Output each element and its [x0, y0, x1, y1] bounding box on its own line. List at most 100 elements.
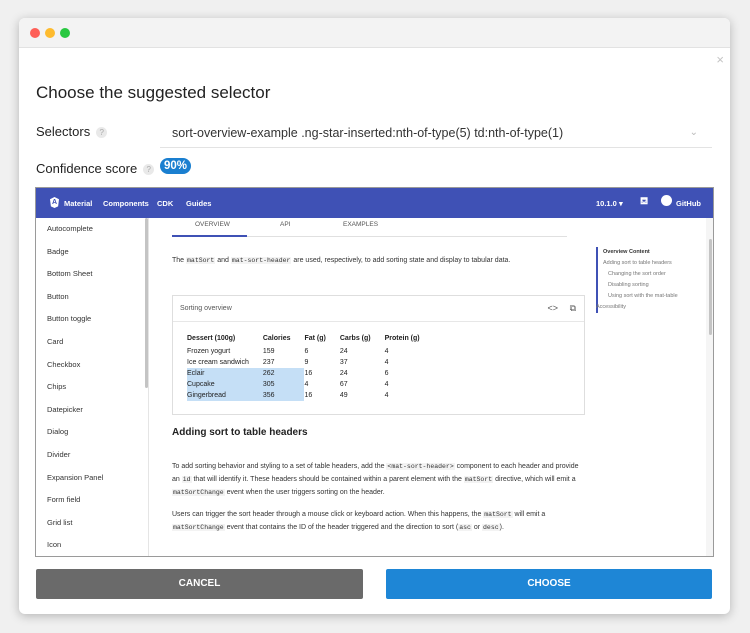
dropdown-arrow-icon: ▾: [618, 199, 623, 208]
table-cell: 4: [384, 348, 389, 355]
close-window-button[interactable]: [30, 28, 40, 38]
material-toolbar: A Material Components CDK Guides 10.1.0 …: [36, 188, 713, 218]
sidenav-item[interactable]: Expansion Panel: [36, 467, 148, 490]
sidenav-item[interactable]: Button toggle: [36, 308, 148, 331]
example-header: Sorting overview <> ⧉: [173, 296, 584, 322]
table-row-highlighted: Eclair 262 16 24 6: [187, 368, 434, 379]
chevron-down-icon[interactable]: ⌄: [690, 127, 698, 138]
toc-item[interactable]: Accessibility: [596, 302, 678, 313]
table-cell: 49: [339, 392, 348, 399]
sort-header[interactable]: Protein (g): [385, 335, 434, 346]
text-run: Users can trigger the sort header throug…: [172, 511, 484, 518]
example-title: Sorting overview: [180, 305, 232, 312]
table-cell: 237: [262, 359, 275, 366]
sidenav-item[interactable]: Divider: [36, 444, 148, 467]
toc-item[interactable]: Disabling sorting: [603, 280, 678, 291]
sort-header[interactable]: Carbs (g): [340, 335, 385, 346]
github-link[interactable]: GitHub: [676, 199, 701, 208]
tab-api[interactable]: API: [280, 221, 290, 228]
text-run: The: [172, 257, 187, 264]
inline-code: matSort: [483, 511, 513, 518]
table-row: Frozen yogurt 159 6 24 4: [187, 346, 434, 357]
toc-item[interactable]: Adding sort to table headers: [603, 258, 678, 269]
table-of-contents: Overview Content Adding sort to table he…: [596, 247, 678, 313]
sidenav-scrollbar[interactable]: [145, 218, 148, 388]
confidence-label: Confidence score?: [36, 161, 155, 176]
sort-header[interactable]: Calories: [263, 335, 305, 346]
doc-tabs: OVERVIEW API EXAMPLES: [172, 218, 567, 237]
app-window: × Choose the suggested selector Selector…: [19, 18, 730, 614]
table-cell: 4: [384, 381, 389, 388]
text-run: are used, respectively, to add sorting s…: [291, 257, 511, 264]
inline-code: matSortChange: [172, 489, 225, 496]
confidence-label-text: Confidence score: [36, 161, 138, 176]
paragraph: To add sorting behavior and styling to a…: [172, 460, 587, 499]
tab-overview[interactable]: OVERVIEW: [195, 221, 230, 228]
close-icon[interactable]: ×: [716, 52, 724, 67]
table-cell: 159: [262, 348, 275, 355]
table-cell: 4: [384, 392, 389, 399]
inline-code: matSort: [463, 476, 494, 483]
open-in-new-icon[interactable]: ⧉: [570, 303, 576, 313]
table-cell: 37: [339, 359, 348, 366]
inline-code: matSort: [186, 257, 216, 264]
sidenav-item[interactable]: Badge: [36, 241, 148, 264]
page-preview[interactable]: A Material Components CDK Guides 10.1.0 …: [35, 187, 714, 557]
text-run: or: [471, 524, 483, 531]
sidenav-item[interactable]: Card: [36, 331, 148, 354]
maximize-window-button[interactable]: [60, 28, 70, 38]
sidenav-item[interactable]: Icon: [36, 534, 148, 556]
sidenav-item[interactable]: Datepicker: [36, 399, 148, 422]
table-row-highlighted: Gingerbread 356 16 49 4: [187, 390, 434, 401]
content-scrollbar[interactable]: [709, 239, 712, 335]
table-cell: 67: [339, 381, 348, 388]
selectors-label: Selectors?: [36, 124, 108, 139]
table-cell-selected[interactable]: Cupcake: [187, 379, 263, 390]
table-cell: 4: [384, 359, 389, 366]
toc-heading[interactable]: Overview Content: [603, 247, 678, 258]
sidenav-item[interactable]: Grid list: [36, 512, 148, 535]
help-icon[interactable]: ?: [96, 127, 108, 139]
sort-header[interactable]: Fat (g): [304, 335, 339, 346]
toc-item[interactable]: Changing the sort order: [603, 269, 678, 280]
minimize-window-button[interactable]: [45, 28, 55, 38]
version-select[interactable]: 10.1.0 ▾: [596, 199, 623, 208]
toc-item[interactable]: Using sort with the mat-table: [603, 291, 678, 302]
theme-picker-icon[interactable]: ⛾: [640, 196, 648, 209]
section-heading: Adding sort to table headers: [172, 427, 308, 438]
sidenav-item[interactable]: Bottom Sheet: [36, 263, 148, 286]
table-cell-selected[interactable]: Gingerbread: [187, 390, 263, 401]
nav-cdk[interactable]: CDK: [157, 199, 173, 208]
cancel-button[interactable]: CANCEL: [36, 569, 363, 599]
table-cell: 6: [304, 348, 309, 355]
sidenav-item[interactable]: Button: [36, 286, 148, 309]
text-run: To add sorting behavior and styling to a…: [172, 463, 387, 470]
brand-link[interactable]: Material: [64, 199, 92, 208]
intro-paragraph: The matSort and mat-sort-header are used…: [172, 257, 510, 264]
inline-code: asc: [458, 524, 472, 531]
sidenav-item[interactable]: Chips: [36, 376, 148, 399]
nav-components[interactable]: Components: [103, 199, 149, 208]
sort-header[interactable]: Dessert (100g): [187, 335, 263, 346]
table-header-row: Dessert (100g) Calories Fat (g) Carbs (g…: [187, 335, 434, 346]
text-run: event that contains the ID of the header…: [224, 524, 459, 531]
selector-dropdown[interactable]: sort-overview-example .ng-star-inserted:…: [160, 122, 712, 148]
confidence-badge: 90%: [160, 158, 192, 174]
sidenav-item[interactable]: Form field: [36, 489, 148, 512]
code-icon[interactable]: <>: [548, 303, 559, 313]
help-icon[interactable]: ?: [143, 164, 155, 176]
nav-guides[interactable]: Guides: [186, 199, 211, 208]
inline-code: id: [181, 476, 192, 483]
table-cell: 305: [262, 379, 305, 390]
text-run: directive, which will emit a: [493, 476, 576, 483]
github-icon: [661, 195, 672, 206]
table-cell-selected[interactable]: Eclair: [187, 368, 263, 379]
sidenav-item[interactable]: Checkbox: [36, 354, 148, 377]
inline-code: desc: [482, 524, 500, 531]
table-cell: Ice cream sandwich: [187, 359, 249, 366]
sidenav-item[interactable]: Autocomplete: [36, 218, 148, 241]
sidenav-item[interactable]: Dialog: [36, 421, 148, 444]
paragraph: Users can trigger the sort header throug…: [172, 508, 587, 534]
choose-button[interactable]: CHOOSE: [386, 569, 712, 599]
tab-examples[interactable]: EXAMPLES: [343, 221, 378, 228]
